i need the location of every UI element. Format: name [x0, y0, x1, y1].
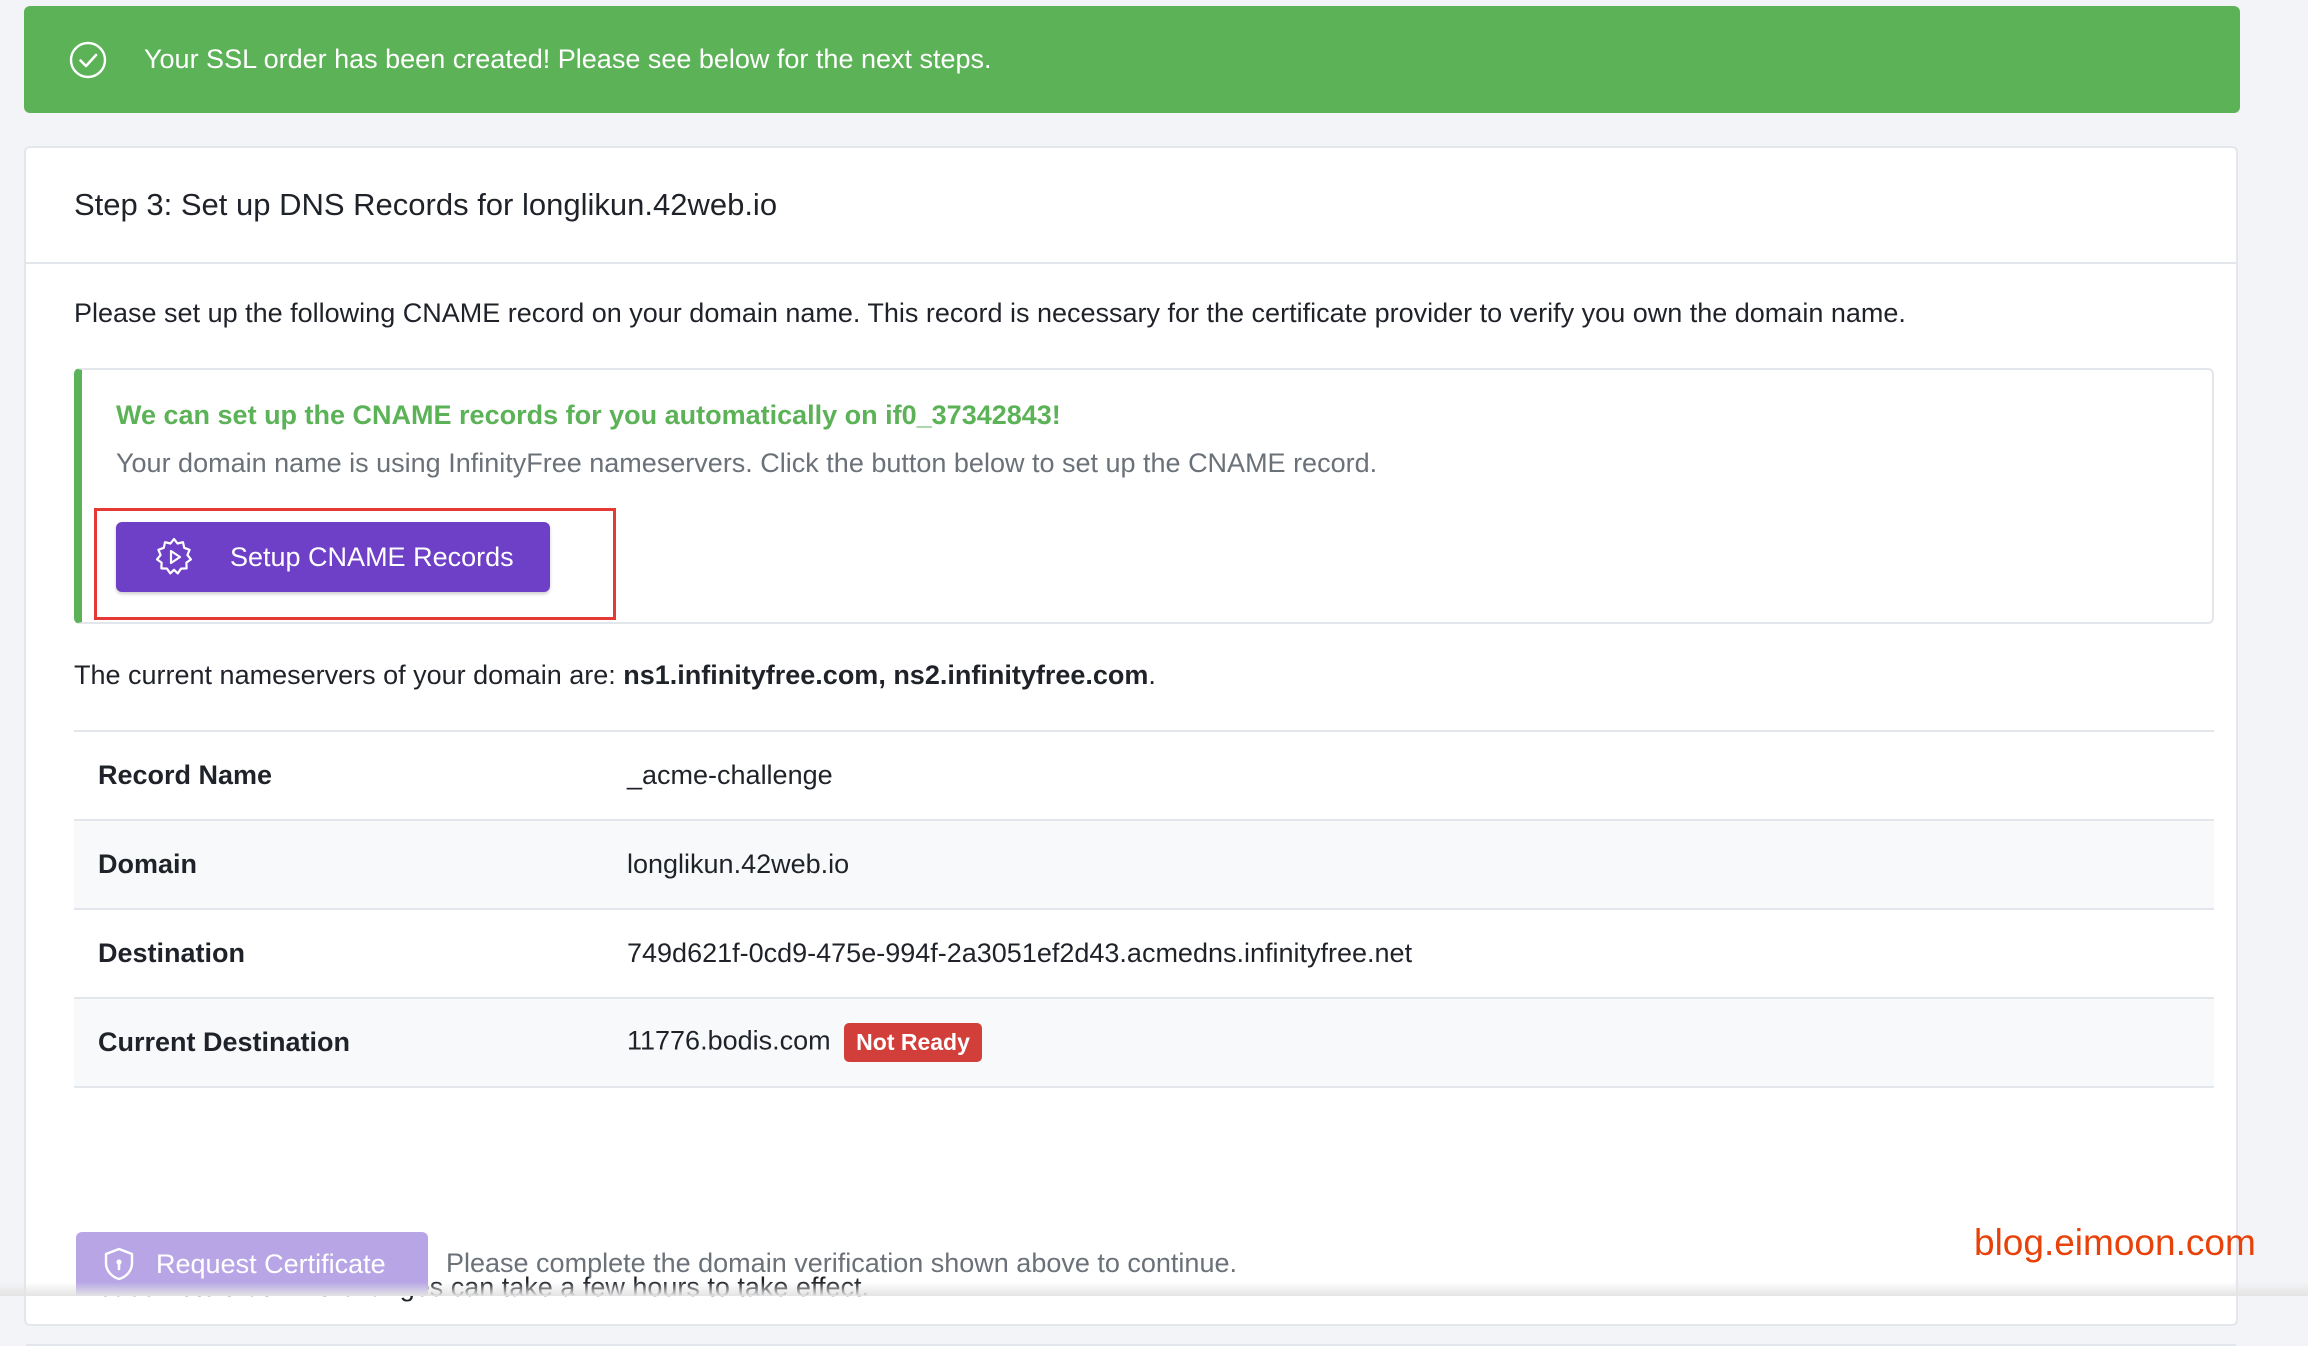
success-alert-message: Your SSL order has been created! Please … [144, 44, 992, 74]
record-value: 11776.bodis.com [627, 1025, 831, 1056]
auto-setup-callout: We can set up the CNAME records for you … [74, 368, 2214, 624]
nameservers-value: ns1.infinityfree.com, ns2.infinityfree.c… [623, 660, 1149, 690]
verification-hint: Please complete the domain verification … [446, 1248, 1237, 1278]
nameservers-info: The current nameservers of your domain a… [74, 660, 1156, 691]
record-value-cell: 11776.bodis.com Not Ready [607, 998, 2214, 1087]
table-row: Destination 749d621f-0cd9-475e-994f-2a30… [74, 909, 2214, 998]
nameservers-suffix: . [1148, 660, 1156, 690]
check-circle-icon [68, 40, 108, 80]
record-label: Current Destination [98, 1027, 351, 1057]
status-badge: Not Ready [844, 1023, 982, 1062]
record-label: Record Name [98, 760, 273, 790]
intro-text: Please set up the following CNAME record… [74, 298, 1906, 328]
request-certificate-label: Request Certificate [156, 1248, 386, 1279]
record-value: 749d621f-0cd9-475e-994f-2a3051ef2d43.acm… [627, 938, 1413, 968]
record-label: Domain [98, 849, 198, 879]
setup-cname-records-button[interactable]: Setup CNAME Records [116, 522, 550, 592]
bottom-shade [0, 1282, 2308, 1296]
nameservers-prefix: The current nameservers of your domain a… [74, 660, 624, 690]
card-header: Step 3: Set up DNS Records for longlikun… [26, 148, 2236, 264]
record-value: longlikun.42web.io [627, 849, 850, 879]
card-title: Step 3: Set up DNS Records for longlikun… [74, 187, 778, 222]
table-row: Current Destination 11776.bodis.com Not … [74, 998, 2214, 1087]
callout-description: Your domain name is using InfinityFree n… [116, 448, 1378, 478]
table-row: Domain longlikun.42web.io [74, 820, 2214, 909]
table-row: Record Name _acme-challenge [74, 731, 2214, 820]
record-label: Destination [98, 938, 246, 968]
callout-title: We can set up the CNAME records for you … [116, 400, 1061, 430]
record-value: _acme-challenge [627, 760, 833, 790]
success-alert: Your SSL order has been created! Please … [24, 6, 2240, 113]
shield-icon [100, 1245, 138, 1283]
gear-play-icon [152, 535, 196, 579]
watermark: blog.eimoon.com [1974, 1222, 2256, 1263]
setup-cname-records-label: Setup CNAME Records [230, 541, 514, 572]
dns-records-card: Step 3: Set up DNS Records for longlikun… [24, 146, 2238, 1346]
dns-record-table: Record Name _acme-challenge Domain longl… [74, 730, 2214, 1088]
